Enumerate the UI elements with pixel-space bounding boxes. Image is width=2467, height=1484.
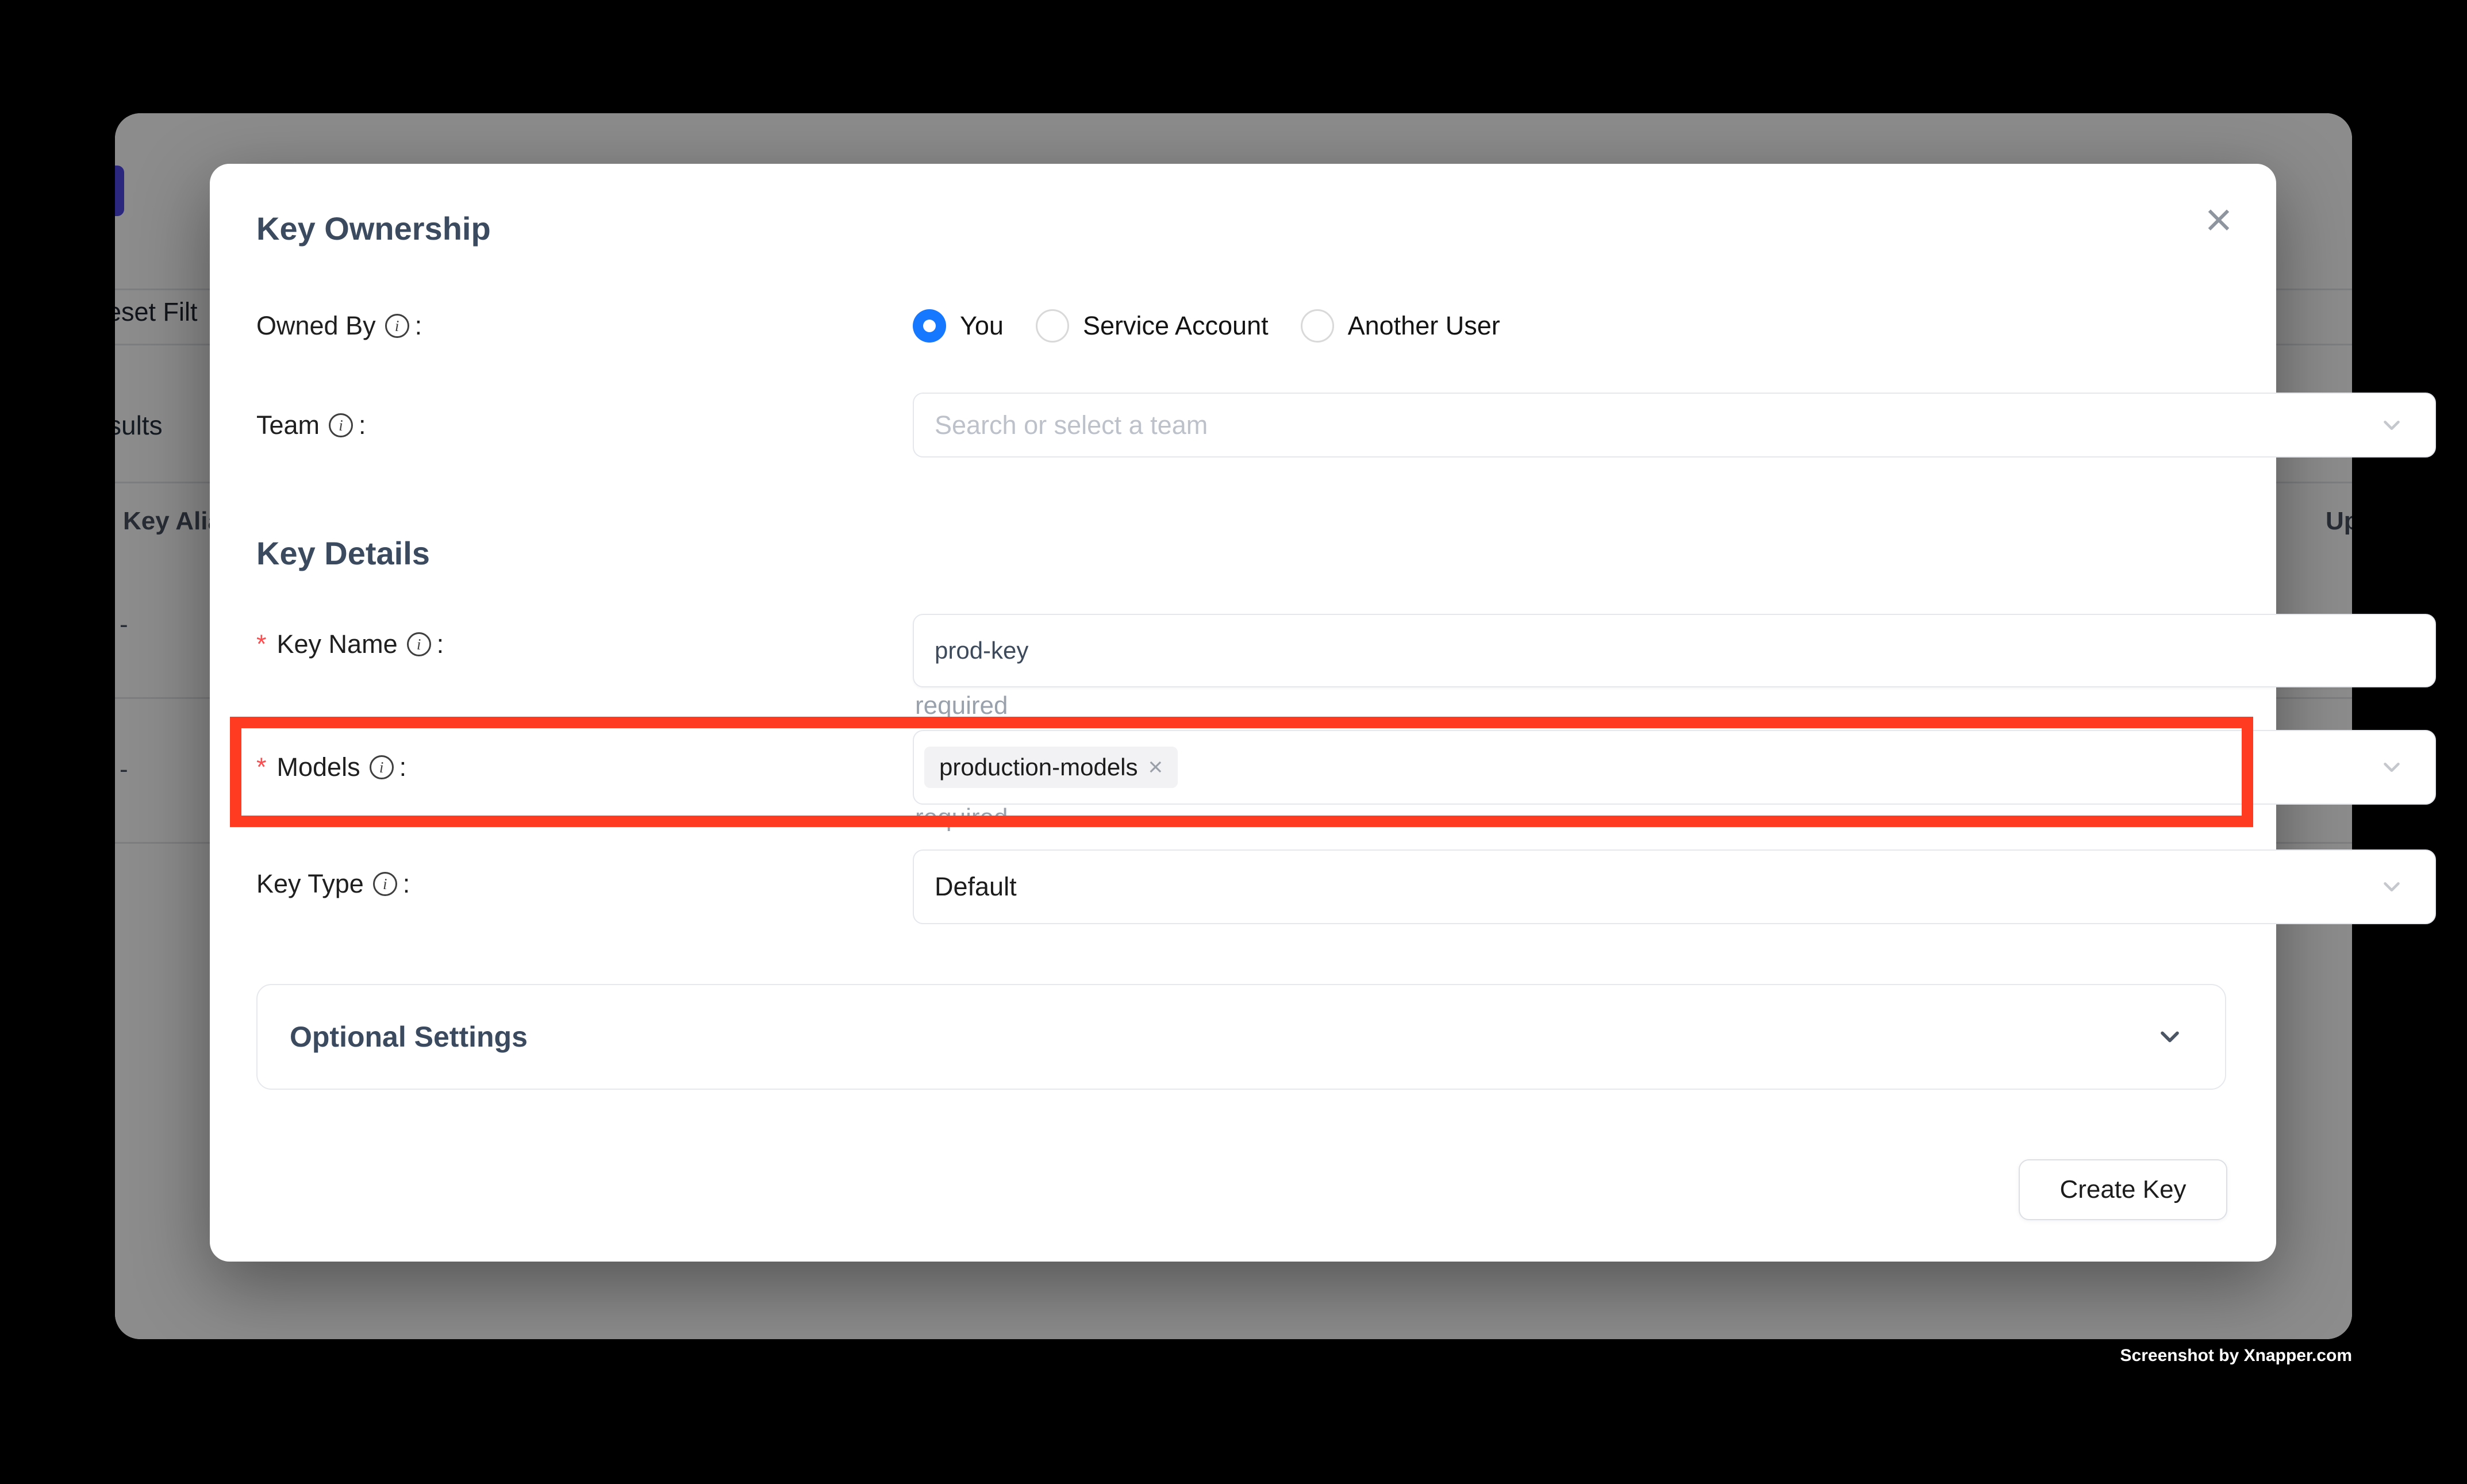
key-name-label-text: Key Name xyxy=(277,629,398,659)
watermark-text: Screenshot by Xnapper.com xyxy=(2120,1346,2352,1366)
radio-label: Service Account xyxy=(1083,311,1269,341)
radio-option-another-user[interactable]: Another User xyxy=(1301,309,1500,343)
chevron-down-icon xyxy=(2155,1022,2185,1052)
radio-label: Another User xyxy=(1348,311,1500,341)
models-label-text: Models xyxy=(277,752,360,782)
info-icon[interactable]: i xyxy=(385,314,409,338)
radio-selected-icon[interactable] xyxy=(913,309,946,343)
radio-option-you[interactable]: You xyxy=(913,309,1004,343)
radio-unselected-icon[interactable] xyxy=(1036,309,1069,343)
key-name-input[interactable] xyxy=(935,637,2414,664)
section-title-key-ownership: Key Ownership xyxy=(256,207,491,250)
close-icon[interactable]: × xyxy=(2187,191,2250,251)
owned-by-label: Owned By i : xyxy=(256,309,422,343)
key-name-label: * Key Name i : xyxy=(256,627,444,662)
colon: : xyxy=(415,311,422,341)
required-asterisk: * xyxy=(256,629,267,659)
section-title-key-details: Key Details xyxy=(256,532,430,575)
team-label: Team i : xyxy=(256,408,366,443)
colon: : xyxy=(403,869,410,899)
team-select[interactable] xyxy=(913,393,2436,457)
screenshot-stage: sults eset Filt Key Alia Up - 11/ - 11/ … xyxy=(0,0,2467,1484)
info-icon[interactable]: i xyxy=(373,872,397,896)
optional-settings-accordion[interactable]: Optional Settings xyxy=(256,984,2226,1090)
models-required-hint: required xyxy=(915,803,1008,832)
optional-settings-title: Optional Settings xyxy=(290,1020,528,1054)
selected-model-tag: production-models × xyxy=(924,747,1178,788)
radio-label: You xyxy=(960,311,1004,341)
chevron-down-icon xyxy=(2378,754,2405,781)
create-key-modal: Key Ownership × Owned By i : You Service… xyxy=(210,164,2276,1262)
key-name-required-hint: required xyxy=(915,691,1008,720)
info-icon[interactable]: i xyxy=(370,755,394,779)
key-type-label-text: Key Type xyxy=(256,869,364,899)
radio-option-service-account[interactable]: Service Account xyxy=(1036,309,1269,343)
remove-tag-icon[interactable]: × xyxy=(1148,756,1163,779)
owned-by-label-text: Owned By xyxy=(256,311,376,341)
chevron-down-icon xyxy=(2378,874,2405,900)
required-asterisk: * xyxy=(256,752,267,782)
colon: : xyxy=(437,629,444,659)
create-key-button[interactable]: Create Key xyxy=(2019,1159,2227,1220)
radio-unselected-icon[interactable] xyxy=(1301,309,1334,343)
colon: : xyxy=(399,752,407,782)
chevron-down-icon xyxy=(2378,412,2405,439)
info-icon[interactable]: i xyxy=(407,632,431,656)
key-name-field[interactable] xyxy=(913,614,2436,687)
models-label: * Models i : xyxy=(256,750,406,785)
owned-by-radio-group: You Service Account Another User xyxy=(913,309,1500,343)
key-type-label: Key Type i : xyxy=(256,867,410,901)
models-multiselect[interactable]: production-models × xyxy=(913,730,2436,805)
team-label-text: Team xyxy=(256,410,320,440)
key-type-select[interactable]: Default xyxy=(913,849,2436,924)
key-type-selected-value: Default xyxy=(935,872,1017,902)
team-search-input[interactable] xyxy=(935,410,2414,440)
info-icon[interactable]: i xyxy=(329,413,353,437)
model-tag-label: production-models xyxy=(939,753,1138,781)
colon: : xyxy=(359,410,366,440)
